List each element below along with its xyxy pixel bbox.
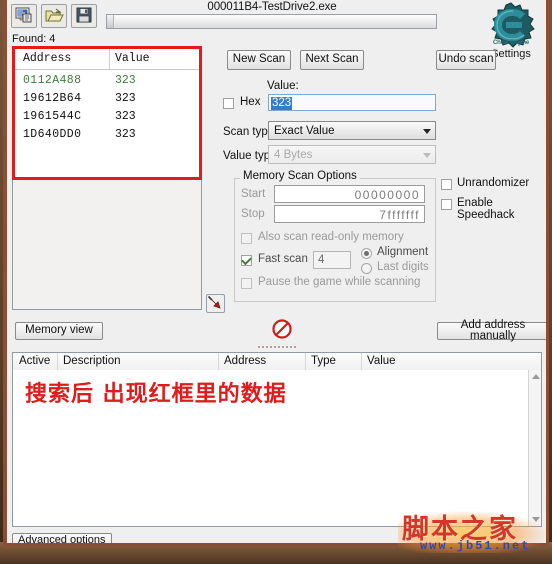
results-row[interactable]: 0112A488 323 bbox=[15, 73, 199, 89]
fast-scan-checkbox[interactable] bbox=[241, 255, 252, 268]
memory-scan-options-title: Memory Scan Options bbox=[240, 170, 360, 182]
last-digits-radio[interactable] bbox=[361, 263, 372, 276]
speedhack-checkbox[interactable] bbox=[441, 199, 452, 212]
open-process-button[interactable] bbox=[11, 4, 37, 28]
readonly-checkbox[interactable] bbox=[241, 233, 252, 246]
stop-address-value: 7fffffff bbox=[379, 208, 420, 222]
new-scan-button[interactable]: New Scan bbox=[227, 50, 291, 70]
scan-value-text: 323 bbox=[271, 97, 293, 110]
scroll-down-icon[interactable] bbox=[532, 517, 540, 522]
result-value: 323 bbox=[115, 74, 136, 87]
found-count-label: Found: 4 bbox=[12, 33, 56, 45]
value-type-select[interactable]: 4 Bytes bbox=[268, 145, 436, 164]
results-header: Address Value bbox=[15, 49, 199, 70]
results-row[interactable]: 1961544C 323 bbox=[15, 109, 199, 125]
cheat-col-value[interactable]: Value bbox=[367, 355, 396, 367]
result-value: 323 bbox=[115, 92, 136, 105]
undo-scan-button[interactable]: Undo scan bbox=[436, 50, 496, 70]
cheat-col-divider[interactable] bbox=[305, 353, 306, 370]
hex-label: Hex bbox=[240, 96, 261, 108]
scroll-up-icon[interactable] bbox=[532, 374, 540, 379]
scan-type-label: Scan type bbox=[223, 126, 275, 138]
results-column-divider[interactable] bbox=[109, 49, 110, 69]
pause-game-label: Pause the game while scanning bbox=[258, 276, 421, 288]
results-row[interactable]: 19612B64 323 bbox=[15, 91, 199, 107]
result-address: 1D640DD0 bbox=[23, 128, 82, 141]
unrandomizer-checkbox[interactable] bbox=[441, 179, 452, 192]
scan-type-select[interactable]: Exact Value bbox=[268, 121, 436, 140]
results-list-empty-area bbox=[12, 180, 202, 310]
results-column-address: Address bbox=[23, 52, 72, 65]
fast-scan-input[interactable]: 4 bbox=[313, 251, 351, 269]
cheat-engine-window: 000011B4-TestDrive2.exe Cheat Engine Set… bbox=[3, 0, 549, 546]
window-title: 000011B4-TestDrive2.exe bbox=[207, 1, 337, 13]
unrandomizer-label: Unrandomizer bbox=[457, 177, 530, 189]
annotation-text: 搜索后 出现红框里的数据 bbox=[25, 382, 287, 407]
result-value: 323 bbox=[115, 110, 136, 123]
value-type-value: 4 Bytes bbox=[274, 149, 313, 161]
last-digits-label: Last digits bbox=[377, 261, 429, 273]
fast-scan-label: Fast scan bbox=[258, 253, 308, 265]
cheat-col-address[interactable]: Address bbox=[224, 355, 266, 367]
result-value: 323 bbox=[115, 128, 136, 141]
results-highlight-box: Address Value 0112A488 323 19612B64 323 … bbox=[12, 46, 202, 180]
folder-open-icon bbox=[45, 8, 64, 22]
start-address-value: 00000000 bbox=[354, 188, 420, 202]
pause-game-checkbox[interactable] bbox=[241, 278, 252, 291]
process-monitor-icon bbox=[15, 7, 32, 23]
result-address: 1961544C bbox=[23, 110, 82, 123]
result-address: 0112A488 bbox=[23, 74, 82, 87]
add-address-manually-button[interactable]: Add address manually bbox=[437, 319, 546, 342]
no-entry-icon bbox=[272, 319, 292, 339]
progress-grip bbox=[107, 15, 114, 28]
pointer-scan-button[interactable] bbox=[206, 294, 225, 313]
results-row[interactable]: 1D640DD0 323 bbox=[15, 127, 199, 143]
value-label: Value: bbox=[267, 80, 299, 92]
cheat-engine-wordmark: Cheat Engine bbox=[493, 40, 529, 46]
alignment-radio[interactable] bbox=[361, 248, 372, 261]
cheat-col-divider[interactable] bbox=[361, 353, 362, 370]
cheat-table-header: Active Description Address Type Value bbox=[13, 353, 541, 371]
floppy-save-icon bbox=[76, 7, 91, 23]
cheat-table-scrollbar[interactable] bbox=[528, 370, 541, 526]
start-label: Start bbox=[241, 188, 266, 200]
panel-splitter[interactable] bbox=[7, 344, 546, 350]
scan-type-value: Exact Value bbox=[274, 125, 335, 137]
cheat-col-active[interactable]: Active bbox=[19, 355, 50, 367]
advanced-options-button[interactable]: Advanced options bbox=[12, 533, 112, 543]
memory-view-button[interactable]: Memory view bbox=[15, 322, 103, 340]
next-scan-button[interactable]: Next Scan bbox=[300, 50, 364, 70]
cheat-col-description[interactable]: Description bbox=[63, 355, 121, 367]
stop-scan-button[interactable] bbox=[271, 318, 293, 340]
alignment-label: Alignment bbox=[377, 246, 429, 258]
scan-value-input[interactable]: 323 bbox=[268, 94, 436, 111]
chevron-down-icon bbox=[423, 129, 431, 134]
cheat-col-type[interactable]: Type bbox=[311, 355, 336, 367]
cheat-col-divider[interactable] bbox=[218, 353, 219, 370]
start-address-input[interactable]: 00000000 bbox=[274, 185, 425, 203]
scan-progress-bar bbox=[106, 14, 437, 29]
stop-label: Stop bbox=[241, 208, 265, 220]
scan-results-list[interactable]: Address Value 0112A488 323 19612B64 323 … bbox=[15, 49, 199, 177]
hex-checkbox[interactable] bbox=[223, 98, 234, 111]
save-file-button[interactable] bbox=[71, 4, 97, 28]
cheat-col-divider[interactable] bbox=[57, 353, 58, 370]
chevron-down-icon bbox=[423, 153, 431, 158]
cheat-table-body[interactable]: 搜索后 出现红框里的数据 bbox=[13, 370, 541, 526]
results-column-value: Value bbox=[115, 52, 150, 65]
speedhack-label: Enable Speedhack bbox=[457, 197, 515, 221]
readonly-label: Also scan read-only memory bbox=[258, 231, 404, 243]
toolbar: 000011B4-TestDrive2.exe bbox=[7, 0, 546, 34]
stop-address-input[interactable]: 7fffffff bbox=[274, 205, 425, 223]
splitter-grip bbox=[257, 346, 296, 348]
fast-scan-value: 4 bbox=[318, 254, 325, 266]
open-file-button[interactable] bbox=[41, 4, 67, 28]
result-address: 19612B64 bbox=[23, 92, 82, 105]
cheat-table: Active Description Address Type Value 搜索… bbox=[12, 352, 542, 527]
red-arrow-icon bbox=[207, 295, 221, 309]
